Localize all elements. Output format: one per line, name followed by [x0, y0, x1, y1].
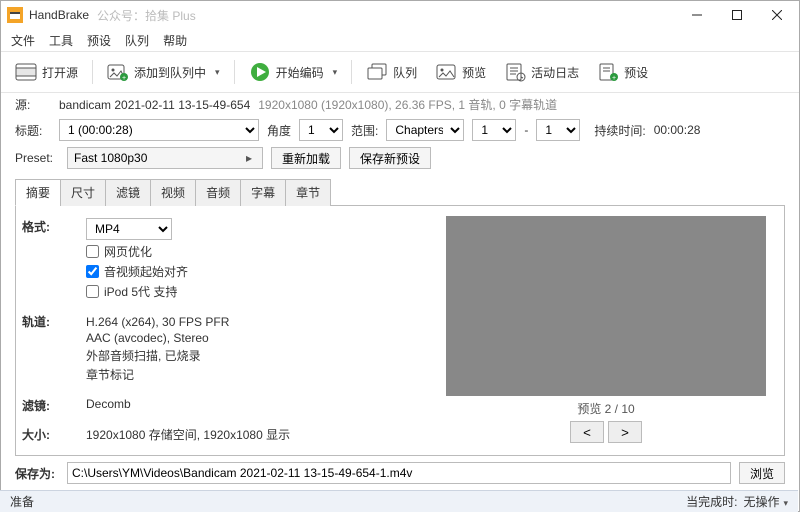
range-label: 范围: [351, 122, 378, 139]
web-optimized-checkbox[interactable] [86, 245, 99, 258]
title-select[interactable]: 1 (00:00:28) [59, 119, 259, 141]
track-line: AAC (avcodec), Stereo [86, 331, 446, 345]
toolbar-label: 添加到队列中 [134, 64, 206, 81]
web-optimized-label: 网页优化 [104, 243, 152, 260]
when-done-label: 当完成时: [686, 493, 737, 510]
range-from-select[interactable]: 1 [472, 119, 516, 141]
angle-label: 角度 [267, 122, 291, 139]
window-title: HandBrake [29, 8, 89, 22]
start-encode-button[interactable]: 开始编码 [243, 57, 344, 87]
app-icon [7, 7, 23, 23]
align-av-checkbox[interactable] [86, 265, 99, 278]
svg-text:+: + [122, 75, 126, 82]
track-line: 外部音频扫描, 已烧录 [86, 347, 446, 364]
close-button[interactable] [757, 2, 797, 28]
toolbar-label: 预览 [462, 64, 486, 81]
format-label: 格式: [22, 218, 76, 303]
save-path-input[interactable] [67, 462, 731, 484]
tab-video[interactable]: 视频 [150, 179, 196, 206]
filters-value: Decomb [86, 397, 446, 414]
preview-image [446, 216, 766, 396]
preview-caption: 预览 2 / 10 [446, 400, 766, 417]
toolbar: 打开源 + 添加到队列中 开始编码 队列 预览 活动日志 + 预设 [1, 52, 799, 92]
tab-audio[interactable]: 音频 [195, 179, 241, 206]
align-av-label: 音视频起始对齐 [104, 263, 188, 280]
film-icon [15, 61, 37, 83]
preset-label: Preset: [15, 151, 59, 165]
range-to-select[interactable]: 1 [536, 119, 580, 141]
open-source-button[interactable]: 打开源 [9, 57, 84, 87]
save-new-preset-button[interactable]: 保存新预设 [349, 147, 431, 169]
image-plus-icon: + [107, 61, 129, 83]
menu-presets[interactable]: 预设 [81, 30, 117, 51]
menu-file[interactable]: 文件 [5, 30, 41, 51]
preview-next-button[interactable]: > [608, 421, 642, 443]
tab-filters[interactable]: 滤镜 [105, 179, 151, 206]
menu-tools[interactable]: 工具 [43, 30, 79, 51]
size-value: 1920x1080 存储空间, 1920x1080 显示 [86, 426, 446, 443]
source-name: bandicam 2021-02-11 13-15-49-654 [59, 98, 250, 112]
toolbar-label: 开始编码 [276, 64, 324, 81]
tab-chapters[interactable]: 章节 [285, 179, 331, 206]
play-icon [249, 61, 271, 83]
menu-queue[interactable]: 队列 [119, 30, 155, 51]
tab-dimensions[interactable]: 尺寸 [60, 179, 106, 206]
duration-label: 持续时间: [594, 122, 645, 139]
toolbar-label: 队列 [393, 64, 417, 81]
source-info: 1920x1080 (1920x1080), 26.36 FPS, 1 音轨, … [258, 96, 557, 113]
duration-value: 00:00:28 [654, 123, 701, 137]
activity-log-button[interactable]: 活动日志 [498, 57, 585, 87]
browse-button[interactable]: 浏览 [739, 462, 785, 484]
title-label: 标题: [15, 122, 51, 139]
window-subtitle: 公众号：拾集 Plus [97, 7, 196, 24]
presets-button[interactable]: + 预设 [591, 57, 654, 87]
toolbar-label: 打开源 [42, 64, 78, 81]
tracks-label: 轨道: [22, 313, 76, 385]
image-icon [435, 61, 457, 83]
format-select[interactable]: MP4 [86, 218, 172, 240]
toolbar-label: 预设 [624, 64, 648, 81]
angle-select[interactable]: 1 [299, 119, 343, 141]
queue-icon [366, 61, 388, 83]
tab-summary[interactable]: 摘要 [15, 179, 61, 206]
add-to-queue-button[interactable]: + 添加到队列中 [101, 57, 226, 87]
track-line: 章节标记 [86, 366, 446, 383]
source-label: 源: [15, 96, 51, 113]
range-dash: - [524, 123, 528, 137]
svg-text:+: + [612, 75, 616, 82]
presets-icon: + [597, 61, 619, 83]
status-ready: 准备 [10, 493, 34, 510]
preset-picker[interactable]: Fast 1080p30▸ [67, 147, 263, 169]
tab-subtitles[interactable]: 字幕 [240, 179, 286, 206]
filters-label: 滤镜: [22, 397, 76, 414]
reload-preset-button[interactable]: 重新加载 [271, 147, 341, 169]
save-as-label: 保存为: [15, 465, 59, 482]
log-icon [504, 61, 526, 83]
ipod5-label: iPod 5代 支持 [104, 283, 177, 300]
tab-bar: 摘要 尺寸 滤镜 视频 音频 字幕 章节 [15, 178, 785, 206]
menu-bar: 文件 工具 预设 队列 帮助 [1, 29, 799, 51]
toolbar-label: 活动日志 [531, 64, 579, 81]
maximize-button[interactable] [717, 2, 757, 28]
ipod5-checkbox[interactable] [86, 285, 99, 298]
menu-help[interactable]: 帮助 [157, 30, 193, 51]
preview-prev-button[interactable]: < [570, 421, 604, 443]
range-type-select[interactable]: Chapters [386, 119, 464, 141]
preview-button[interactable]: 预览 [429, 57, 492, 87]
queue-button[interactable]: 队列 [360, 57, 423, 87]
minimize-button[interactable] [677, 2, 717, 28]
size-label: 大小: [22, 426, 76, 443]
track-line: H.264 (x264), 30 FPS PFR [86, 315, 446, 329]
when-done-action[interactable]: 无操作 [743, 493, 788, 510]
